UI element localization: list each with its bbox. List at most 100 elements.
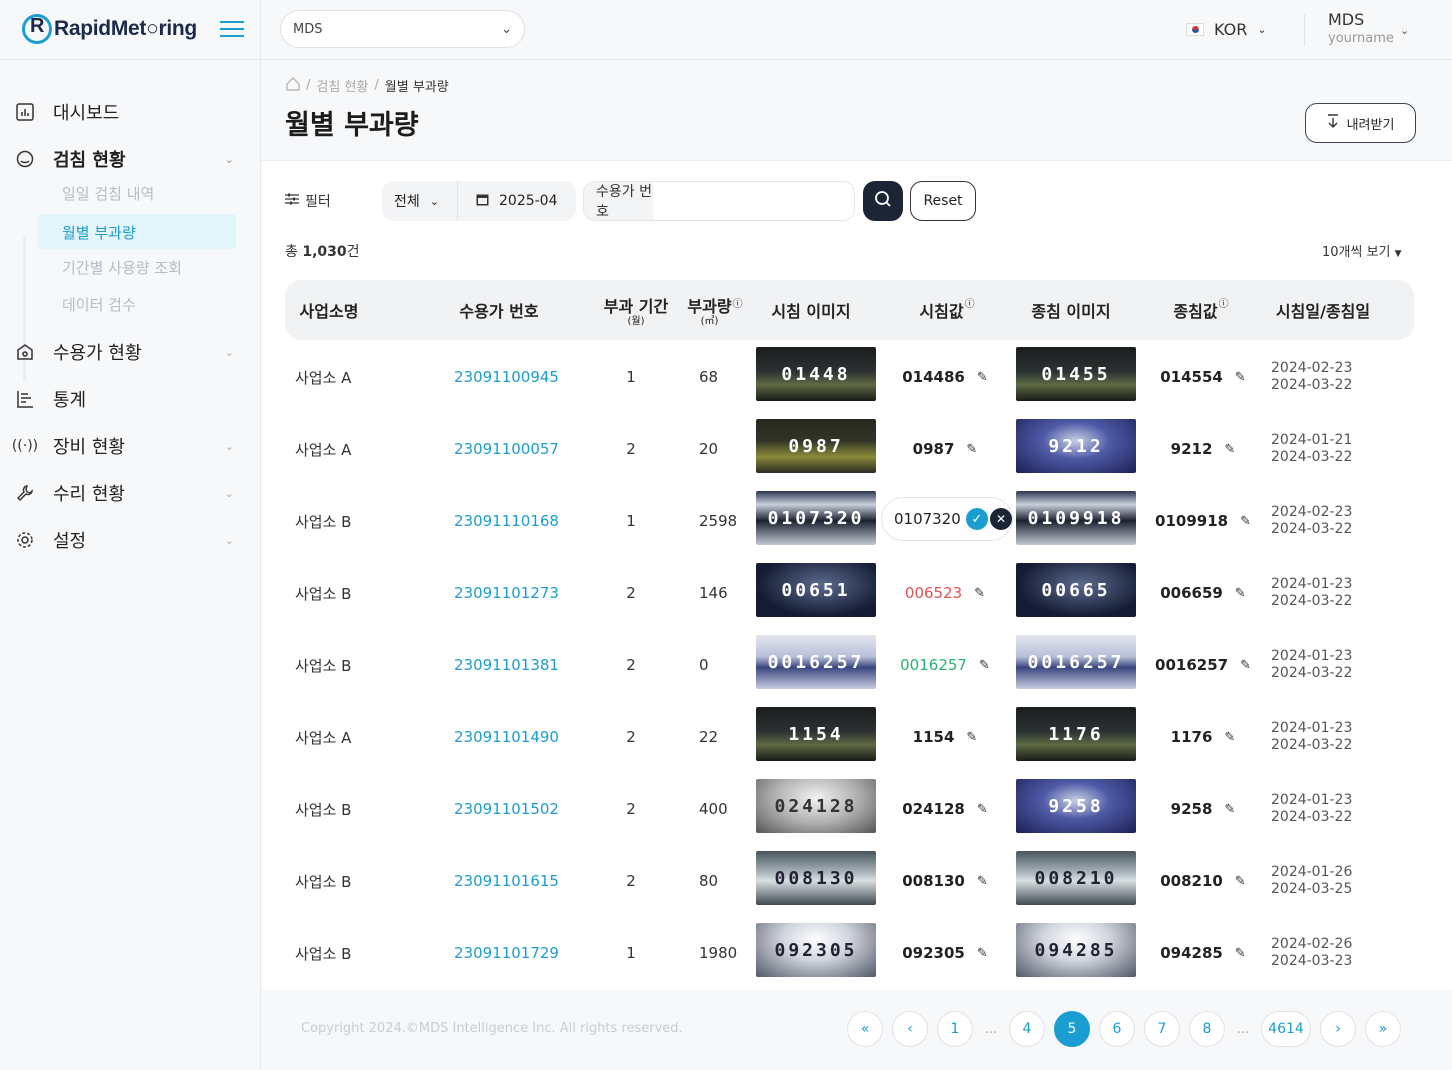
page-button[interactable]: 7: [1144, 1011, 1180, 1047]
start-meter-image[interactable]: 008130: [756, 851, 876, 905]
sidebar-item-meter-reading[interactable]: 검침 현황 ⌄: [14, 146, 244, 172]
start-meter-image[interactable]: 00651: [756, 563, 876, 617]
customer-number-link[interactable]: 23091110168: [454, 485, 559, 557]
confirm-check-icon[interactable]: ✓: [966, 508, 988, 530]
column-usage-unit: (㎥): [700, 316, 719, 327]
cancel-x-icon[interactable]: ✕: [990, 508, 1012, 530]
usage-value: 68: [699, 368, 719, 386]
pencil-icon[interactable]: ✎: [1240, 514, 1251, 529]
pencil-icon[interactable]: ✎: [1235, 370, 1246, 385]
info-icon[interactable]: ⓘ: [965, 295, 975, 310]
start-meter-image[interactable]: 024128: [756, 779, 876, 833]
end-meter-image[interactable]: 0016257: [1016, 635, 1136, 689]
page-button[interactable]: 1: [937, 1011, 973, 1047]
last-page-button[interactable]: »: [1365, 1011, 1401, 1047]
sidebar-item-settings[interactable]: 설정 ⌄: [14, 527, 244, 553]
search-button[interactable]: [863, 181, 903, 221]
end-value-cell: 1176 ✎: [1143, 701, 1263, 773]
customer-number-link[interactable]: 23091101729: [454, 917, 559, 989]
start-meter-image[interactable]: 0016257: [756, 635, 876, 689]
user-menu[interactable]: MDS yourname: [1328, 10, 1394, 46]
pencil-icon[interactable]: ✎: [977, 802, 988, 817]
customer-number-link[interactable]: 23091101502: [454, 773, 559, 845]
pencil-icon[interactable]: ✎: [1224, 442, 1235, 457]
page-button[interactable]: 4: [1009, 1011, 1045, 1047]
sidebar-item-dashboard[interactable]: 대시보드: [14, 99, 244, 125]
pencil-icon[interactable]: ✎: [979, 658, 990, 673]
end-meter-image[interactable]: 0109918: [1016, 491, 1136, 545]
pencil-icon[interactable]: ✎: [977, 874, 988, 889]
sidebar-subitem-period-usage[interactable]: 기간별 사용량 조회: [62, 257, 182, 278]
prev-page-button[interactable]: ‹: [892, 1011, 928, 1047]
end-meter-image[interactable]: 9212: [1016, 419, 1136, 473]
next-page-button[interactable]: ›: [1320, 1011, 1356, 1047]
end-meter-image[interactable]: 9258: [1016, 779, 1136, 833]
sidebar-subitem-monthly[interactable]: 월별 부과량: [38, 214, 236, 249]
breadcrumb-parent[interactable]: 검침 현황: [316, 76, 368, 95]
page-button[interactable]: 8: [1189, 1011, 1225, 1047]
end-meter-image[interactable]: 1176: [1016, 707, 1136, 761]
sidebar-subitem-daily[interactable]: 일일 검침 내역: [62, 183, 154, 204]
last-page-number-button[interactable]: 4614: [1261, 1011, 1311, 1047]
home-icon[interactable]: [286, 76, 300, 95]
customer-number-link[interactable]: 23091101615: [454, 845, 559, 917]
customer-number-link[interactable]: 23091100057: [454, 413, 559, 485]
sidebar-item-repairs[interactable]: 수리 현황 ⌄: [14, 480, 244, 506]
pencil-icon[interactable]: ✎: [1235, 946, 1246, 961]
download-button[interactable]: 내려받기: [1305, 103, 1416, 143]
start-value-editor[interactable]: 0107320 ✓ ✕: [881, 497, 1013, 541]
reset-button[interactable]: Reset: [910, 181, 976, 221]
first-page-button[interactable]: «: [847, 1011, 883, 1047]
date-range: 2024-01-23 2024-03-22: [1271, 773, 1352, 845]
customer-number-input[interactable]: [653, 182, 854, 220]
end-meter-image[interactable]: 008210: [1016, 851, 1136, 905]
page-size-select[interactable]: 10개씩 보기 ▼: [1322, 241, 1402, 260]
end-meter-image[interactable]: 094285: [1016, 923, 1136, 977]
pencil-icon[interactable]: ✎: [1240, 658, 1251, 673]
sidebar-item-devices[interactable]: ((·)) 장비 현황 ⌄: [12, 433, 244, 459]
pencil-icon[interactable]: ✎: [974, 586, 985, 601]
end-value: 1176: [1170, 728, 1213, 746]
current-page-button[interactable]: 5: [1054, 1011, 1090, 1047]
start-meter-image[interactable]: 092305: [756, 923, 876, 977]
start-value-input[interactable]: 0107320: [894, 510, 961, 528]
sidebar-subitem-data-review[interactable]: 데이터 검수: [62, 294, 136, 315]
menu-toggle-icon[interactable]: [220, 21, 244, 39]
pencil-icon[interactable]: ✎: [1224, 730, 1235, 745]
customer-number-link[interactable]: 23091101490: [454, 701, 559, 773]
caret-down-icon: ▼: [1394, 249, 1402, 259]
pencil-icon[interactable]: ✎: [1235, 874, 1246, 889]
end-meter-image[interactable]: 00665: [1016, 563, 1136, 617]
organization-select[interactable]: MDS ⌄: [280, 10, 525, 48]
pencil-icon[interactable]: ✎: [977, 370, 988, 385]
user-menu-chevron-icon[interactable]: ⌄: [1400, 24, 1409, 37]
start-meter-image[interactable]: 1154: [756, 707, 876, 761]
month-picker[interactable]: 2025-04: [458, 193, 558, 210]
pencil-icon[interactable]: ✎: [977, 946, 988, 961]
scope-select[interactable]: 전체 ⌄: [382, 181, 458, 221]
pencil-icon[interactable]: ✎: [966, 730, 977, 745]
info-icon[interactable]: ⓘ: [733, 295, 743, 310]
date-range: 2024-01-26 2024-03-25: [1271, 845, 1352, 917]
page-button[interactable]: 6: [1099, 1011, 1135, 1047]
pencil-icon[interactable]: ✎: [1235, 586, 1246, 601]
customer-number-link[interactable]: 23091101381: [454, 629, 559, 701]
language-select[interactable]: KOR ⌄: [1186, 20, 1267, 39]
start-value: 092305: [902, 944, 965, 962]
period-value: 1: [626, 944, 636, 962]
app-logo[interactable]: RapidMet○ring: [22, 12, 197, 46]
start-meter-image[interactable]: 0987: [756, 419, 876, 473]
info-icon[interactable]: ⓘ: [1219, 295, 1229, 310]
end-meter-digits: 094285: [1034, 939, 1118, 961]
customer-number-link[interactable]: 23091100945: [454, 341, 559, 413]
start-meter-image[interactable]: 0107320: [756, 491, 876, 545]
start-meter-image[interactable]: 01448: [756, 347, 876, 401]
pencil-icon[interactable]: ✎: [1224, 802, 1235, 817]
pencil-icon[interactable]: ✎: [966, 442, 977, 457]
sidebar-item-customers[interactable]: 수용가 현황 ⌄: [14, 339, 244, 365]
customer-number-link[interactable]: 23091101273: [454, 557, 559, 629]
filter-toggle[interactable]: 필터: [285, 191, 331, 211]
start-value: 006523: [904, 584, 963, 602]
sidebar-item-statistics[interactable]: 통계: [14, 386, 244, 412]
end-meter-image[interactable]: 01455: [1016, 347, 1136, 401]
